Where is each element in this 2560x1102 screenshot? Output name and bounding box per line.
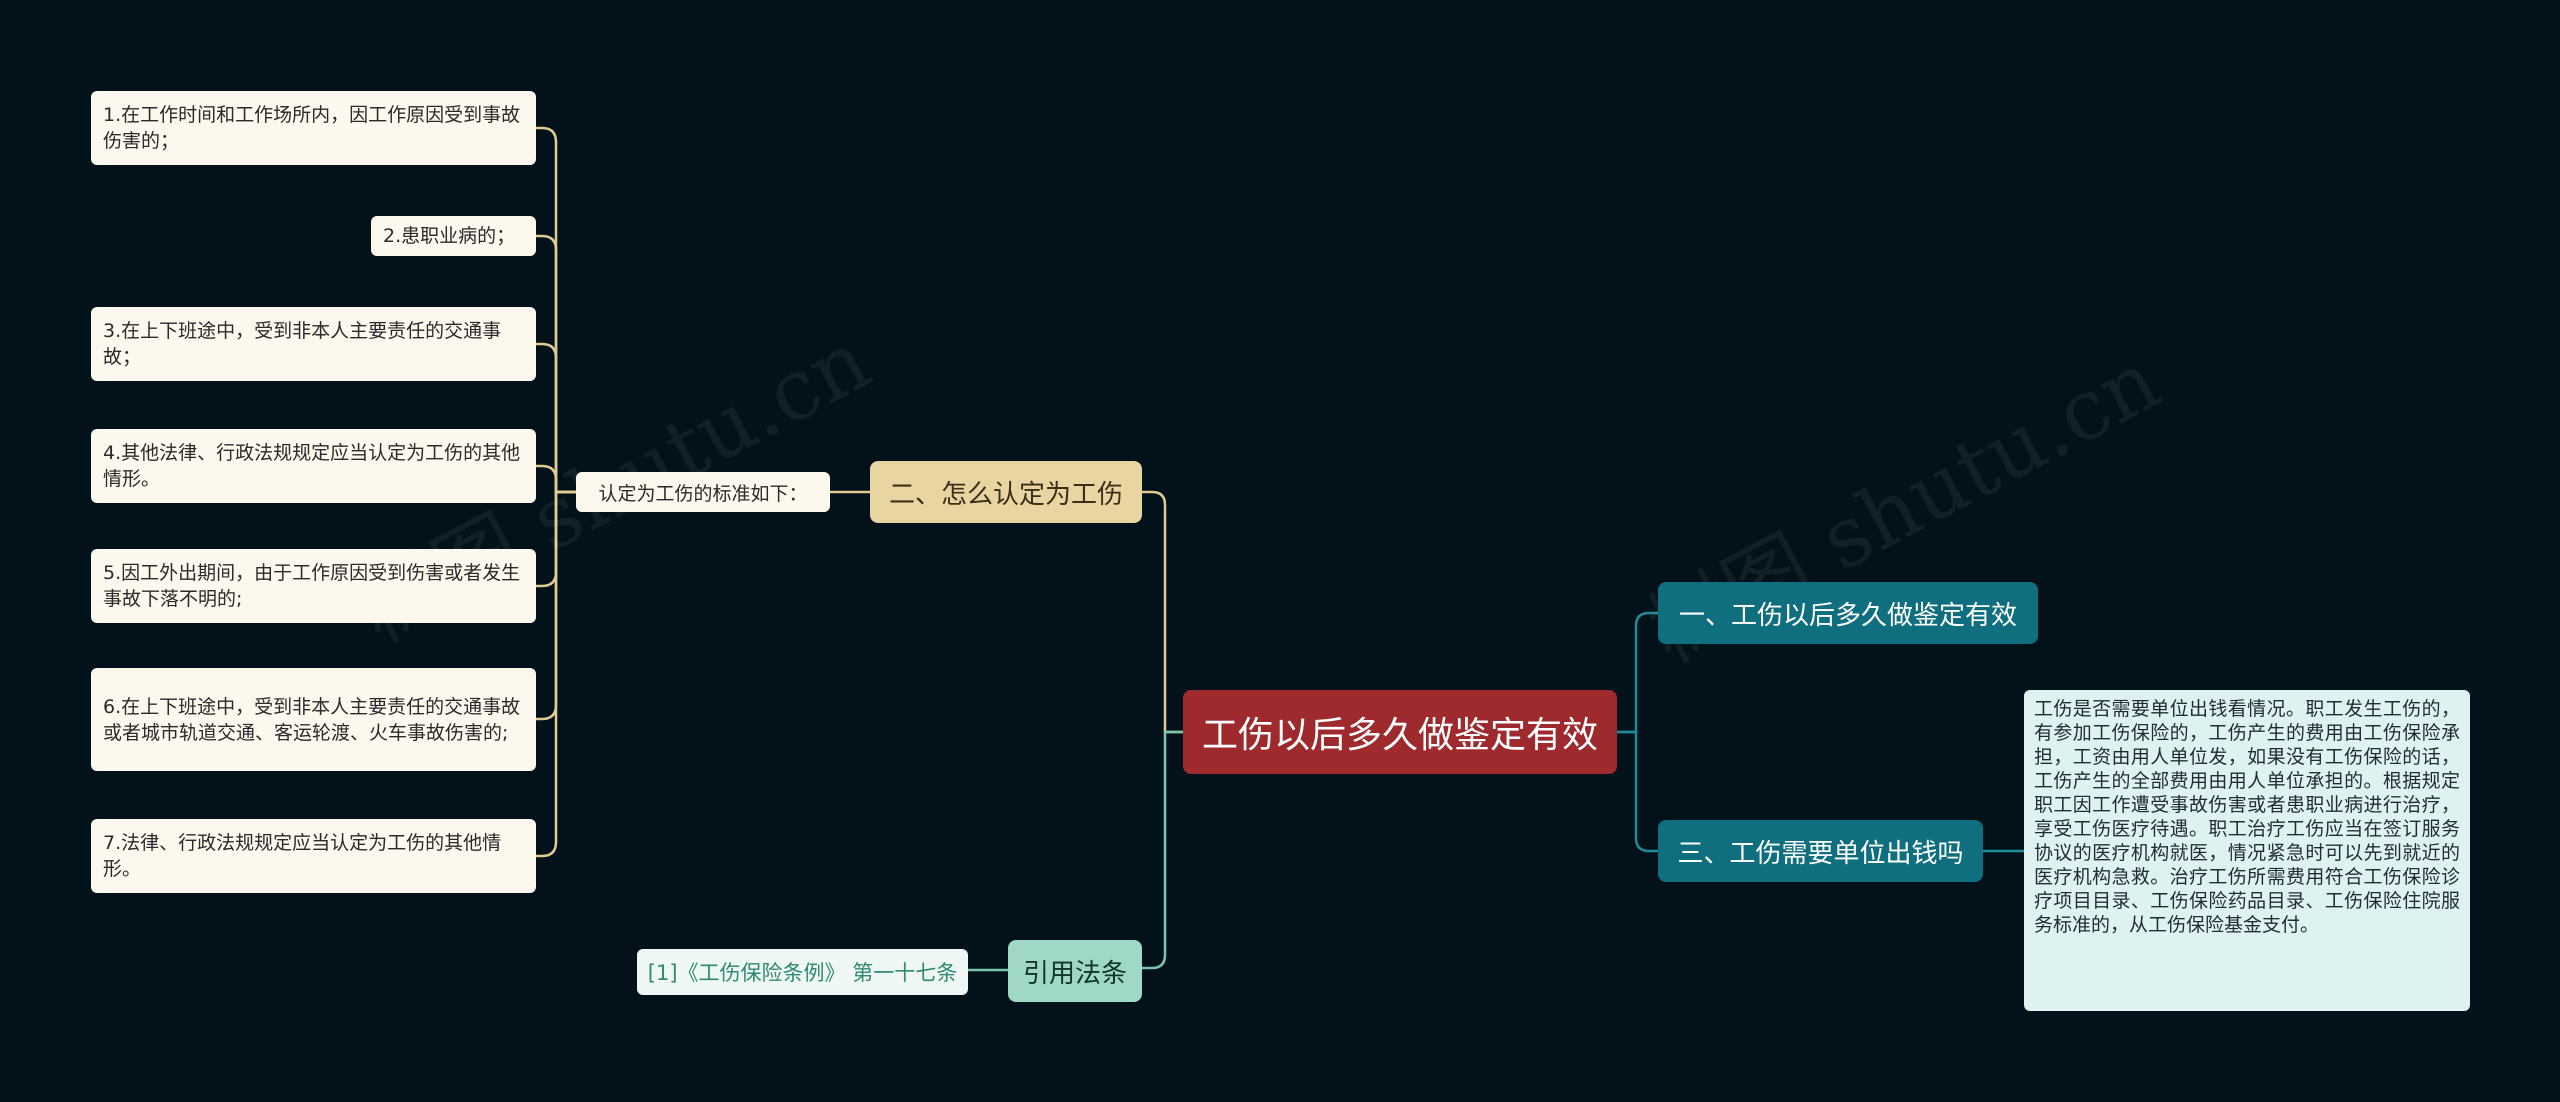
root-node[interactable]: 工伤以后多久做鉴定有效 — [1183, 690, 1617, 774]
branch-node-4[interactable]: 引用法条 — [1008, 940, 1142, 1002]
branch-3-detail[interactable]: 工伤是否需要单位出钱看情况。职工发生工伤的，有参加工伤保险的，工伤产生的费用由工… — [2024, 690, 2470, 1011]
link-intro-item7 — [536, 490, 576, 858]
law-reference[interactable]: [1]《工伤保险条例》 第一十七条 — [637, 949, 968, 995]
link-intro-item3 — [536, 342, 576, 494]
link-root-b2 — [1142, 490, 1183, 734]
branch-node-2[interactable]: 二、怎么认定为工伤 — [870, 461, 1142, 523]
link-root-b4 — [1142, 730, 1183, 970]
link-root-b1 — [1617, 611, 1658, 734]
branch-2-intro[interactable]: 认定为工伤的标准如下： — [576, 472, 830, 512]
standard-item-4[interactable]: 4.其他法律、行政法规规定应当认定为工伤的其他情形。 — [91, 429, 536, 503]
standard-item-2[interactable]: 2.患职业病的； — [371, 216, 536, 256]
branch-node-3[interactable]: 三、工伤需要单位出钱吗 — [1658, 820, 1983, 882]
standard-item-1[interactable]: 1.在工作时间和工作场所内，因工作原因受到事故伤害的； — [91, 91, 536, 165]
standard-item-7[interactable]: 7.法律、行政法规规定应当认定为工伤的其他情形。 — [91, 819, 536, 893]
branch-node-1[interactable]: 一、工伤以后多久做鉴定有效 — [1658, 582, 2038, 644]
link-root-b3 — [1617, 730, 1658, 853]
standard-item-5[interactable]: 5.因工外出期间，由于工作原因受到伤害或者发生事故下落不明的; — [91, 549, 536, 623]
standard-item-3[interactable]: 3.在上下班途中，受到非本人主要责任的交通事故； — [91, 307, 536, 381]
standard-item-6[interactable]: 6.在上下班途中，受到非本人主要责任的交通事故或者城市轨道交通、客运轮渡、火车事… — [91, 668, 536, 771]
